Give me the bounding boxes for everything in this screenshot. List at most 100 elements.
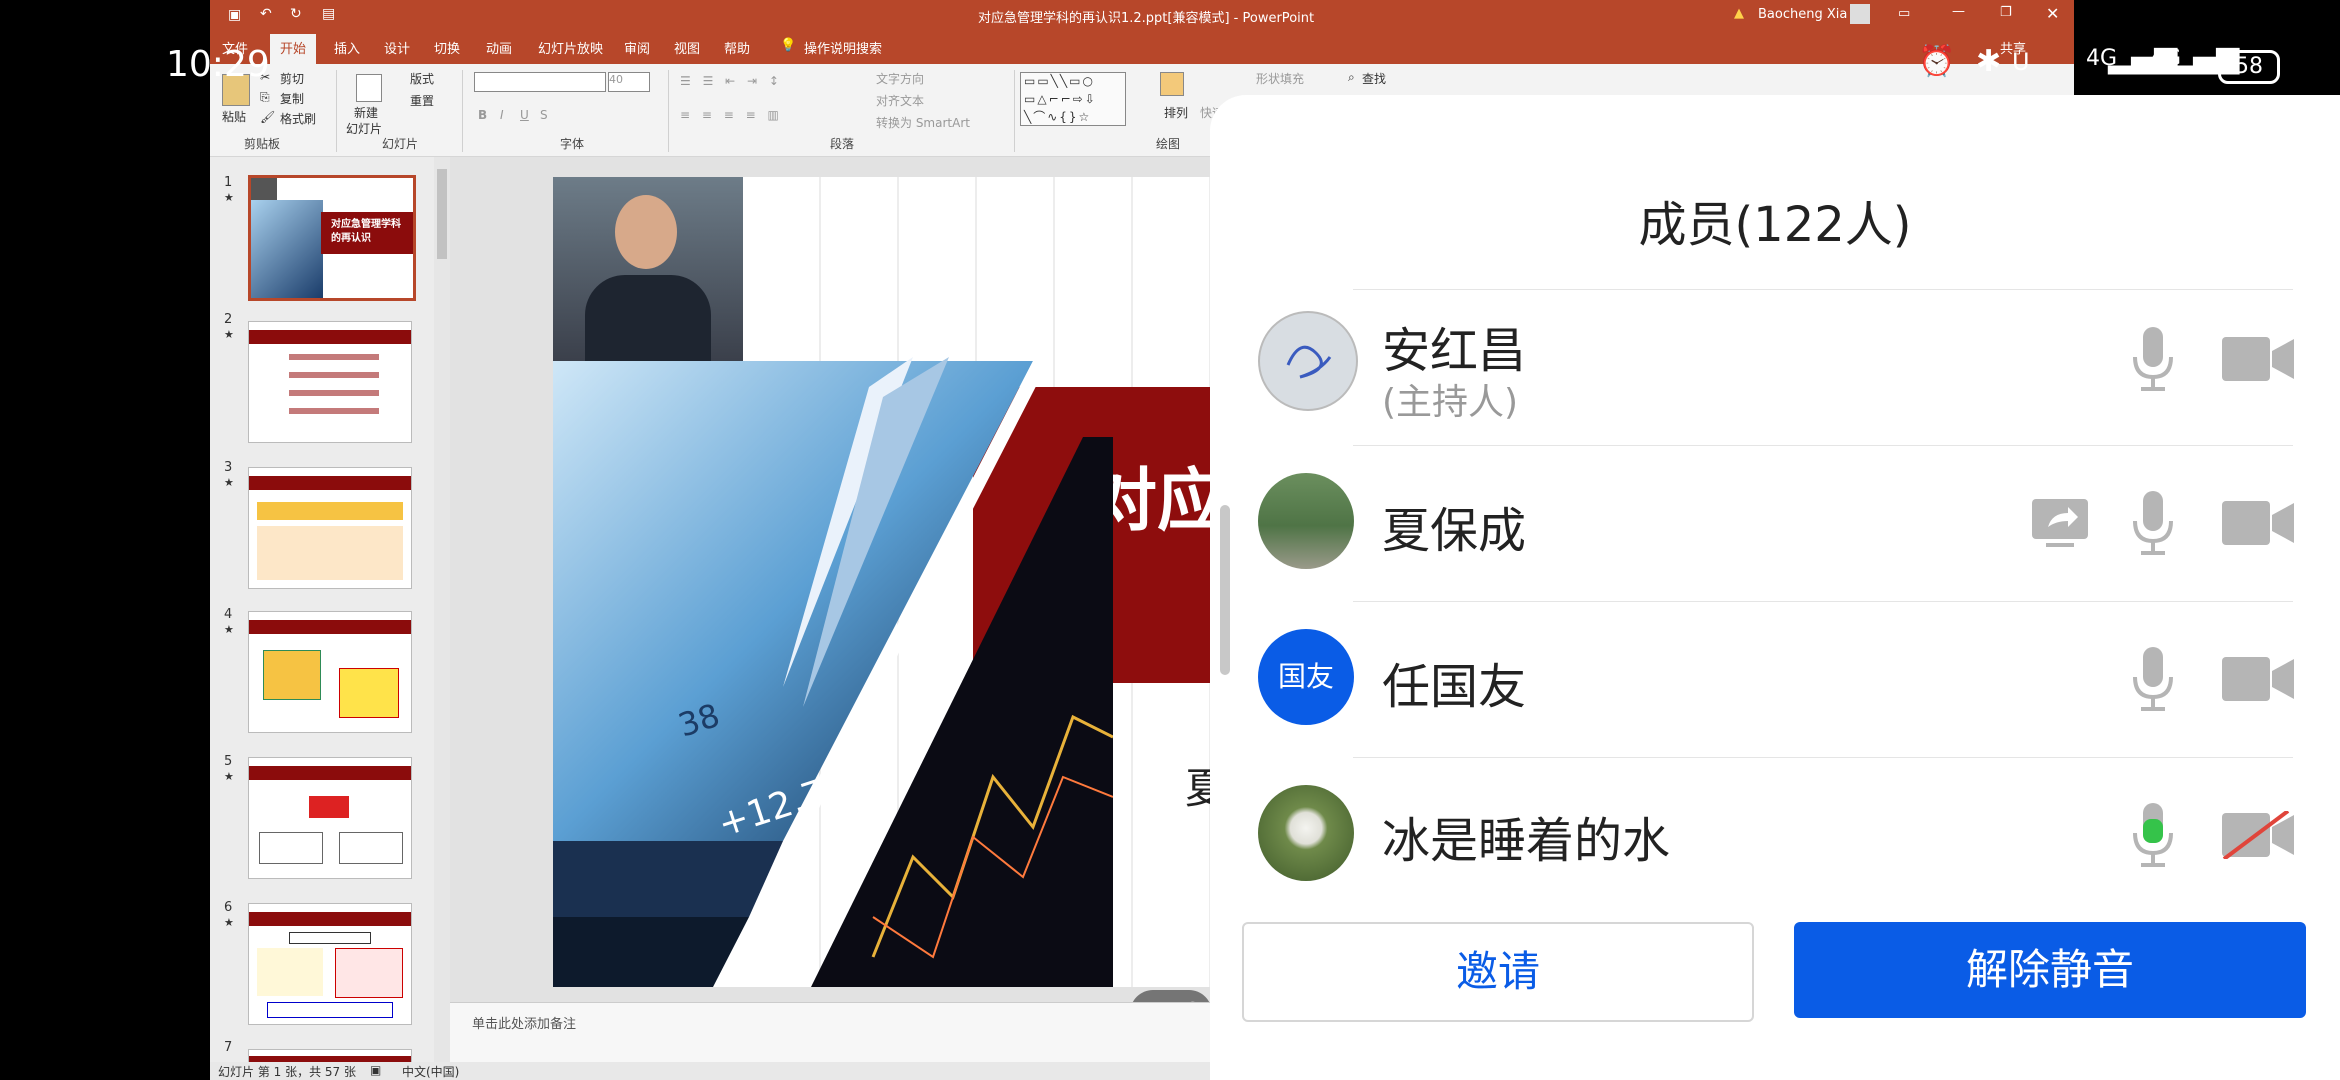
font-size-box[interactable]: 40 bbox=[608, 72, 650, 92]
copy-button[interactable]: 复制 bbox=[280, 90, 304, 107]
align-buttons[interactable]: ≡ ≡ ≡ ≡ ▥ bbox=[680, 108, 783, 122]
tell-me-search[interactable]: 操作说明搜索 bbox=[804, 38, 882, 57]
face-shape bbox=[615, 195, 677, 269]
slide-star-icon: ★ bbox=[224, 328, 234, 341]
cut-button[interactable]: 剪切 bbox=[280, 70, 304, 87]
user-avatar[interactable] bbox=[1850, 4, 1870, 24]
thumb-box bbox=[335, 948, 403, 998]
thumb-title: 对应急管理学科的再认识 bbox=[331, 219, 401, 244]
slide-thumbnail-6[interactable] bbox=[248, 903, 412, 1025]
thumb-box bbox=[259, 832, 323, 864]
spellcheck-icon[interactable]: ▣ bbox=[370, 1063, 381, 1077]
bluetooth-icon: ✱ bbox=[1976, 44, 2002, 79]
slide-star-icon: ★ bbox=[224, 770, 234, 783]
clipboard-group-label: 剪贴板 bbox=[244, 137, 281, 151]
unmute-button[interactable]: 解除静音 bbox=[1794, 922, 2306, 1018]
tab-design[interactable]: 设计 bbox=[384, 38, 410, 57]
member-row[interactable]: 国友 任国友 bbox=[1210, 603, 2340, 759]
slide-thumbnail-pane: 1 ★ 对应急管理学科的再认识 2 ★ 3 ★ 4 ★ 5 ★ 6 ★ 7 bbox=[210, 157, 436, 1071]
lightbulb-icon: 💡 bbox=[780, 38, 797, 53]
minimize-icon[interactable]: — bbox=[1952, 4, 1965, 19]
list-buttons[interactable]: ☰ ☰ ⇤ ⇥ ↕ bbox=[680, 74, 783, 88]
user-name[interactable]: Baocheng Xia bbox=[1758, 7, 1847, 22]
member-row[interactable]: 安红昌 (主持人) bbox=[1210, 291, 2340, 447]
park-photo-avatar bbox=[1258, 473, 1354, 569]
save-icon[interactable]: ▣ bbox=[228, 7, 241, 23]
restore-icon[interactable]: ❐ bbox=[2000, 5, 2012, 20]
tab-transitions[interactable]: 切换 bbox=[434, 38, 460, 57]
suit-shape bbox=[585, 275, 711, 363]
camera-icon[interactable] bbox=[2222, 499, 2294, 547]
slide-thumbnail-1[interactable]: 对应急管理学科的再认识 bbox=[248, 175, 416, 301]
language-status[interactable]: 中文(中国) bbox=[402, 1063, 459, 1080]
tab-animations[interactable]: 动画 bbox=[486, 38, 512, 57]
thumb-header bbox=[249, 766, 411, 780]
slide-number: 2 bbox=[224, 312, 233, 327]
undo-icon[interactable]: ↶ bbox=[260, 6, 272, 22]
member-row[interactable]: 夏保成 bbox=[1210, 447, 2340, 603]
battery-indicator: 58 bbox=[2218, 50, 2280, 84]
slide-thumbnail-5[interactable] bbox=[248, 757, 412, 879]
font-group-label: 字体 bbox=[560, 137, 585, 151]
thumbnail-scrollbar[interactable] bbox=[434, 157, 450, 1063]
thumb-box bbox=[339, 832, 403, 864]
slide-thumbnail-3[interactable] bbox=[248, 467, 412, 589]
find-button[interactable]: 查找 bbox=[1362, 70, 1386, 87]
member-row[interactable]: 冰是睡着的水 bbox=[1210, 759, 2340, 887]
tab-insert[interactable]: 插入 bbox=[334, 38, 360, 57]
slide-star-icon: ★ bbox=[224, 623, 234, 636]
dandelion-photo-avatar bbox=[1258, 785, 1354, 881]
arrange-button[interactable]: 排列 bbox=[1164, 104, 1188, 121]
redo-icon[interactable]: ↻ bbox=[290, 6, 302, 22]
mic-icon[interactable] bbox=[2132, 647, 2174, 713]
row-divider bbox=[1353, 289, 2293, 290]
thumb-header bbox=[249, 330, 411, 344]
shapes-row-3: ╲⌒∿{}☆ bbox=[1024, 110, 1092, 124]
brush-icon: 🖌 bbox=[260, 110, 276, 124]
paste-button[interactable]: 粘贴 bbox=[222, 108, 246, 125]
scroll-thumb[interactable] bbox=[437, 169, 447, 259]
italic-button[interactable]: I bbox=[500, 108, 504, 122]
format-painter-button[interactable]: 格式刷 bbox=[280, 110, 316, 127]
thumb-line bbox=[289, 354, 379, 360]
ribbon-display-icon[interactable]: ▭ bbox=[1898, 6, 1910, 21]
tab-help[interactable]: 帮助 bbox=[724, 38, 750, 57]
presenter-photo bbox=[553, 177, 743, 363]
camera-off-icon[interactable] bbox=[2222, 811, 2294, 859]
slide-thumbnail-4[interactable] bbox=[248, 611, 412, 733]
close-icon[interactable]: ✕ bbox=[2046, 4, 2059, 23]
tab-slideshow[interactable]: 幻灯片放映 bbox=[538, 38, 603, 57]
thumb-box bbox=[257, 526, 403, 580]
underline-button[interactable]: U bbox=[520, 108, 529, 122]
new-slide-button[interactable]: 新建 bbox=[354, 104, 378, 121]
shadow-button[interactable]: S bbox=[540, 108, 548, 122]
camera-icon[interactable] bbox=[2222, 655, 2294, 703]
mic-icon[interactable] bbox=[2132, 327, 2174, 393]
smartart-button[interactable]: 转换为 SmartArt bbox=[876, 114, 970, 131]
ribbon-tabs: 文件 开始 插入 设计 切换 动画 幻灯片放映 审阅 视图 帮助 💡 操作说明搜… bbox=[210, 32, 2074, 65]
align-text-button[interactable]: 对齐文本 bbox=[876, 92, 924, 109]
signature-avatar bbox=[1258, 311, 1358, 411]
bold-button[interactable]: B bbox=[478, 108, 487, 122]
tab-review[interactable]: 审阅 bbox=[624, 38, 650, 57]
new-slide-button-line2[interactable]: 幻灯片 bbox=[346, 120, 382, 137]
shapes-row-1: ▭▭╲╲▭○ bbox=[1024, 74, 1095, 88]
tab-home[interactable]: 开始 bbox=[270, 34, 317, 65]
camera-icon[interactable] bbox=[2222, 335, 2294, 383]
tab-view[interactable]: 视图 bbox=[674, 38, 700, 57]
shape-fill-button[interactable]: 形状填充 bbox=[1256, 70, 1304, 87]
ribbon-separator bbox=[336, 70, 337, 152]
reset-button[interactable]: 重置 bbox=[410, 92, 434, 109]
invite-button[interactable]: 邀请 bbox=[1242, 922, 1754, 1022]
mic-speaking-icon[interactable] bbox=[2132, 803, 2174, 869]
text-direction-button[interactable]: 文字方向 bbox=[876, 70, 924, 87]
thumb-box bbox=[257, 948, 323, 996]
notes-placeholder[interactable]: 单击此处添加备注 bbox=[472, 1013, 576, 1032]
data-speed: U bbox=[2012, 48, 2030, 76]
font-name-box[interactable] bbox=[474, 72, 606, 92]
layout-button[interactable]: 版式 bbox=[410, 70, 434, 87]
paragraph-group-label: 段落 bbox=[830, 137, 855, 151]
start-presentation-icon[interactable]: ▤ bbox=[322, 6, 335, 22]
mic-icon[interactable] bbox=[2132, 491, 2174, 557]
slide-thumbnail-2[interactable] bbox=[248, 321, 412, 443]
